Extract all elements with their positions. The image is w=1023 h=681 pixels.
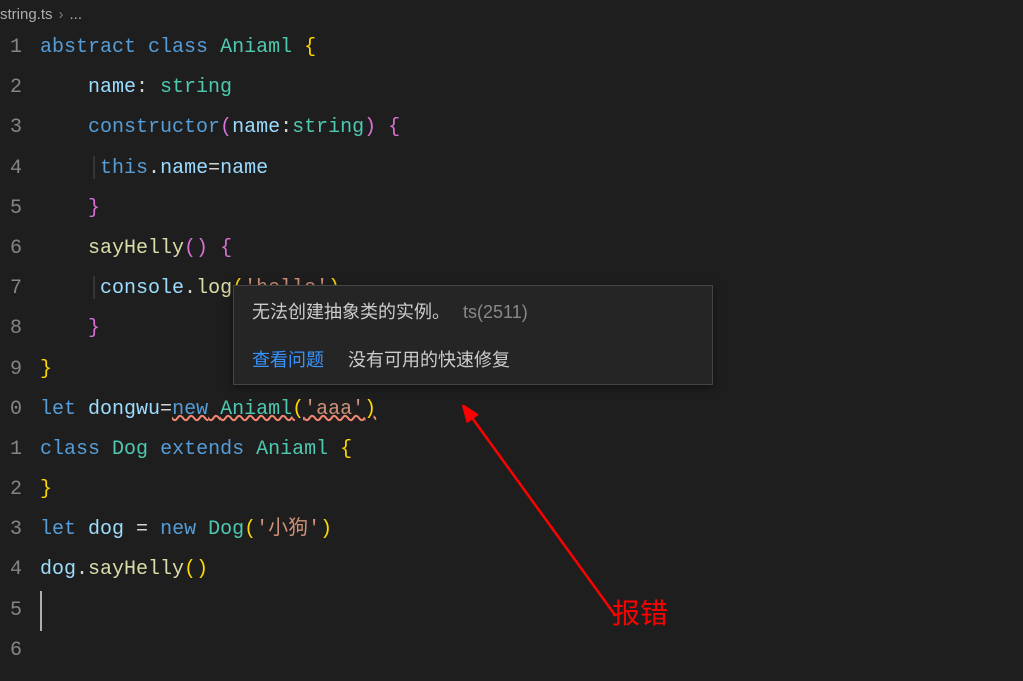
breadcrumb-file[interactable]: string.ts <box>0 6 53 23</box>
tooltip-error-code: ts(2511) <box>463 302 528 322</box>
line-number: 4 <box>0 550 22 590</box>
breadcrumb-rest[interactable]: ... <box>70 6 83 23</box>
line-number: 2 <box>0 470 22 510</box>
code-line[interactable]: name: string <box>40 68 1023 108</box>
breadcrumb[interactable]: string.ts › ... <box>0 0 1023 28</box>
line-number: 4 <box>0 149 22 189</box>
line-numbers: 1 2 3 4 5 6 7 8 9 0 1 2 3 4 5 6 <box>0 28 40 681</box>
error-tooltip: 无法创建抽象类的实例。 ts(2511) 查看问题 没有可用的快速修复 <box>233 285 713 385</box>
view-problem-link[interactable]: 查看问题 <box>252 346 324 372</box>
line-number: 8 <box>0 309 22 349</box>
code-line[interactable]: dog.sayHelly() <box>40 550 1023 590</box>
code-line[interactable]: let dongwu=new Aniaml('aaa') <box>40 390 1023 430</box>
annotation-label: 报错 <box>612 592 668 632</box>
text-cursor <box>40 591 42 631</box>
line-number: 1 <box>0 430 22 470</box>
line-number: 2 <box>0 68 22 108</box>
code-line[interactable]: sayHelly() { <box>40 229 1023 269</box>
line-number: 3 <box>0 108 22 148</box>
code-line[interactable]: } <box>40 470 1023 510</box>
code-line[interactable]: abstract class Aniaml { <box>40 28 1023 68</box>
code-line[interactable]: let dog = new Dog('小狗') <box>40 510 1023 550</box>
chevron-right-icon: › <box>59 6 64 23</box>
code-line[interactable]: } <box>40 189 1023 229</box>
line-number: 7 <box>0 269 22 309</box>
line-number: 0 <box>0 390 22 430</box>
no-quickfix-text: 没有可用的快速修复 <box>348 346 510 372</box>
code-line[interactable]: │this.name=name <box>40 149 1023 189</box>
line-number: 6 <box>0 631 22 671</box>
code-line[interactable] <box>40 591 1023 631</box>
code-line[interactable]: class Dog extends Aniaml { <box>40 430 1023 470</box>
line-number: 5 <box>0 189 22 229</box>
line-number: 3 <box>0 510 22 550</box>
line-number: 5 <box>0 591 22 631</box>
line-number: 1 <box>0 28 22 68</box>
tooltip-message: 无法创建抽象类的实例。 <box>252 302 450 322</box>
line-number: 6 <box>0 229 22 269</box>
tooltip-message-row: 无法创建抽象类的实例。 ts(2511) <box>234 286 712 336</box>
tooltip-actions: 查看问题 没有可用的快速修复 <box>234 336 712 384</box>
line-number: 9 <box>0 350 22 390</box>
code-line[interactable]: constructor(name:string) { <box>40 108 1023 148</box>
